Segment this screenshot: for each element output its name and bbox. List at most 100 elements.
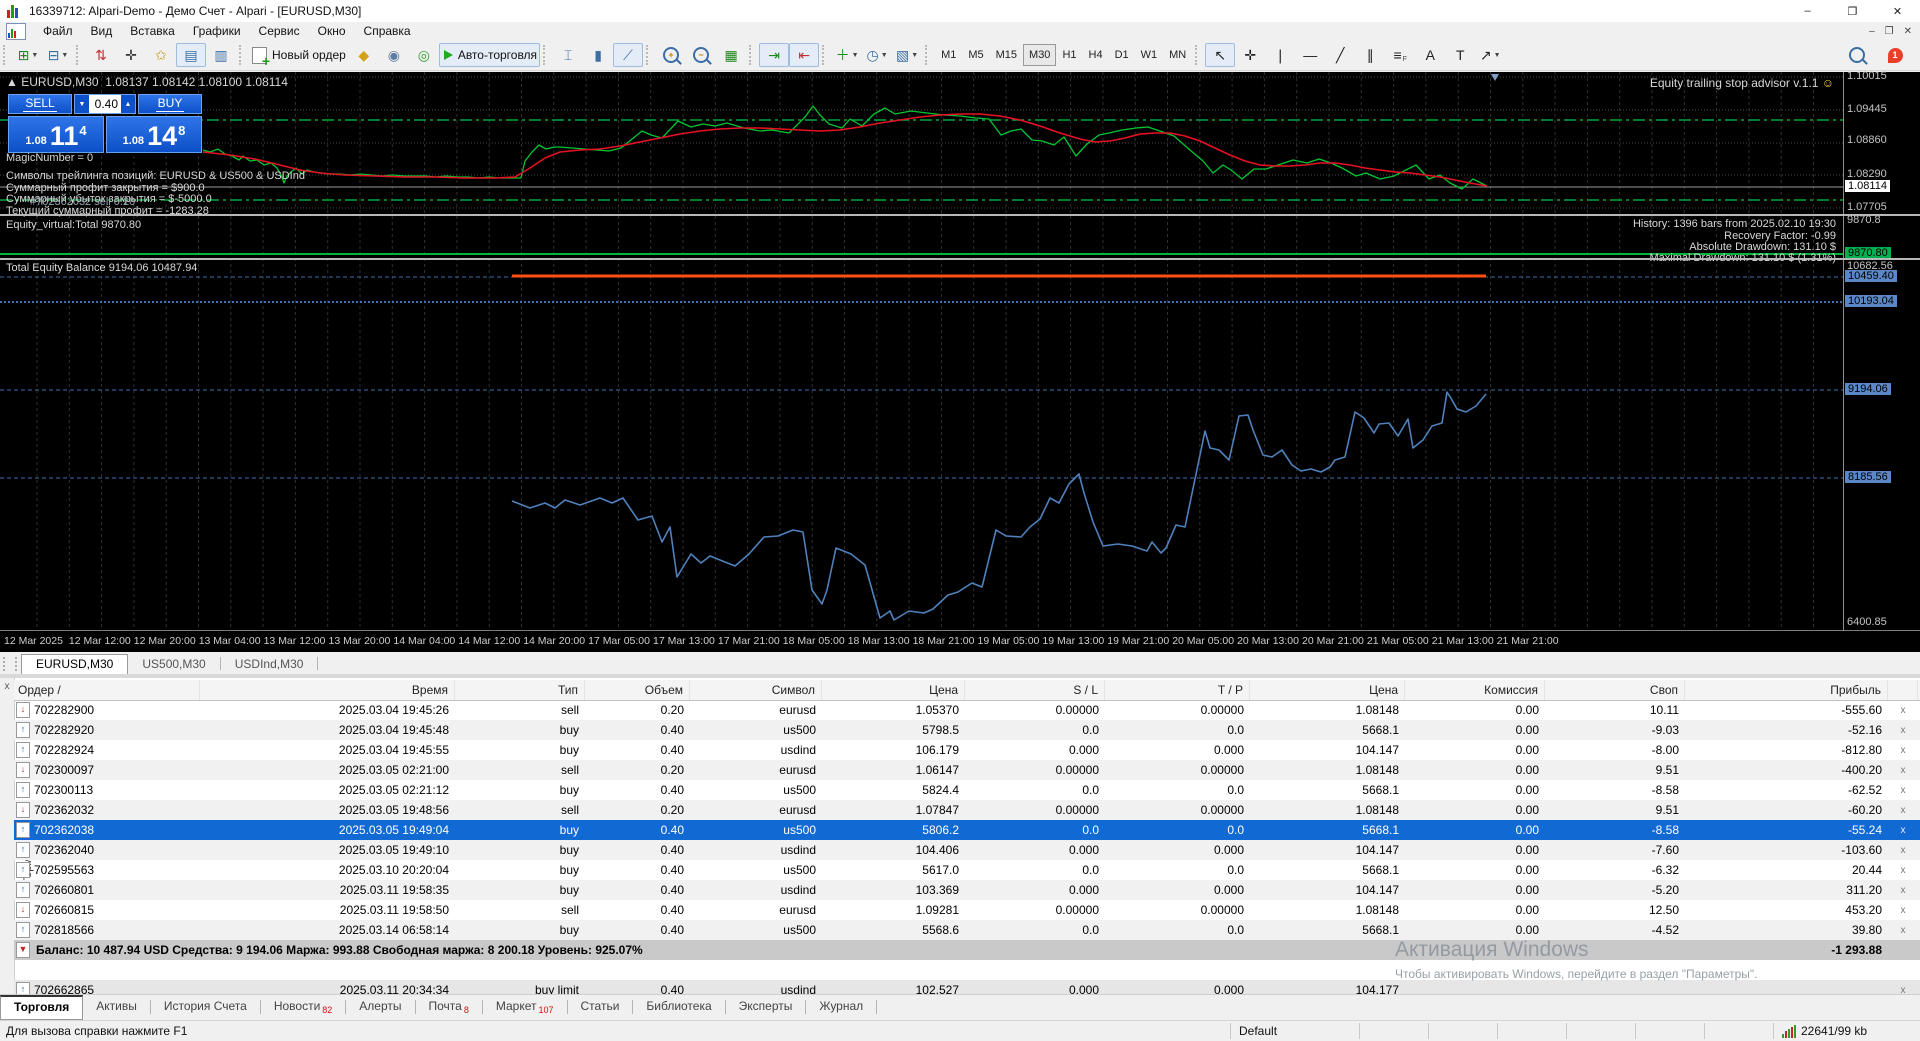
- menu-сервис[interactable]: Сервис: [250, 23, 309, 39]
- close-order-icon[interactable]: x: [1888, 865, 1918, 876]
- indicators-icon[interactable]: ＋ ▼: [832, 43, 862, 67]
- close-order-icon[interactable]: x: [1888, 705, 1918, 716]
- pane-separator[interactable]: [0, 258, 1920, 260]
- chart-shift-icon[interactable]: ⇤: [789, 43, 820, 67]
- new-chart-icon[interactable]: ⊞ ▼: [13, 43, 43, 67]
- sell-price[interactable]: 1.08 11 4: [8, 116, 104, 153]
- terminal-tab-история-счета[interactable]: История Счета: [151, 995, 260, 1018]
- timeframe-m15[interactable]: M15: [990, 44, 1023, 66]
- order-row[interactable]: ↑ 702660801 2025.03.11 19:58:35 buy 0.40 usdi…: [14, 880, 1920, 900]
- terminal-tab-статьи[interactable]: Статьи: [568, 995, 633, 1018]
- order-row[interactable]: ↑ 702362040 2025.03.05 19:49:10 buy 0.40 usdi…: [14, 840, 1920, 860]
- order-row[interactable]: ↑ 702818566 2025.03.14 06:58:14 buy 0.40 us50…: [14, 920, 1920, 940]
- column-header[interactable]: Объем: [585, 680, 690, 700]
- terminal-tab-активы[interactable]: Активы: [83, 995, 150, 1018]
- close-order-icon[interactable]: x: [1888, 825, 1918, 836]
- column-header[interactable]: Своп: [1545, 680, 1685, 700]
- experts-icon[interactable]: ◉: [379, 43, 409, 67]
- menu-вставка[interactable]: Вставка: [121, 23, 184, 39]
- order-row[interactable]: ↑ 702282920 2025.03.04 19:45:48 buy 0.40 us50…: [14, 720, 1920, 740]
- market-watch-icon[interactable]: ⇅: [86, 43, 116, 67]
- order-row[interactable]: ↓ 702300097 2025.03.05 02:21:00 sell 0.20 eur…: [14, 760, 1920, 780]
- vertical-line-icon[interactable]: ❘: [1265, 43, 1295, 67]
- terminal-tab-алерты[interactable]: Алерты: [346, 995, 414, 1018]
- buy-price[interactable]: 1.08 14 8: [106, 116, 202, 153]
- tab-bar-grip[interactable]: [3, 657, 17, 671]
- terminal-tab-новости[interactable]: Новости 82: [261, 995, 345, 1020]
- chart-tab-eurusd-m30[interactable]: EURUSD,M30: [21, 654, 129, 674]
- order-row[interactable]: ↓ 702362032 2025.03.05 19:48:56 sell 0.20 eur…: [14, 800, 1920, 820]
- notifications-icon[interactable]: 1: [1880, 43, 1910, 67]
- child-restore-button[interactable]: ❐: [1885, 26, 1894, 37]
- buy-button[interactable]: BUY: [138, 94, 202, 114]
- close-button[interactable]: ✕: [1875, 0, 1920, 22]
- child-minimize-button[interactable]: –: [1869, 26, 1875, 37]
- chart-tab-us500-m30[interactable]: US500,M30: [128, 655, 219, 674]
- close-order-icon[interactable]: x: [1888, 905, 1918, 916]
- channel-icon[interactable]: ∥: [1355, 43, 1385, 67]
- terminal-tab-маркет[interactable]: Маркет 107: [483, 995, 567, 1020]
- terminal-icon[interactable]: ▤: [176, 43, 206, 67]
- column-header[interactable]: Комиссия: [1405, 680, 1545, 700]
- close-order-icon[interactable]: x: [1888, 765, 1918, 776]
- collapse-arrow-icon[interactable]: ▲: [6, 75, 18, 89]
- menu-вид[interactable]: Вид: [82, 23, 122, 39]
- column-header[interactable]: Цена: [1250, 680, 1405, 700]
- toolbar-grip[interactable]: [76, 45, 83, 65]
- column-header[interactable]: Ордер /: [14, 680, 200, 700]
- text-icon[interactable]: A: [1415, 43, 1445, 67]
- horizontal-line-icon[interactable]: —: [1295, 43, 1325, 67]
- column-header[interactable]: Прибыль: [1685, 680, 1888, 700]
- close-order-icon[interactable]: x: [1888, 745, 1918, 756]
- close-order-icon[interactable]: x: [1888, 805, 1918, 816]
- timeframe-m30[interactable]: M30: [1023, 44, 1057, 66]
- column-header[interactable]: S / L: [965, 680, 1105, 700]
- volume-up-button[interactable]: ▲: [121, 95, 135, 113]
- close-order-icon[interactable]: x: [1888, 925, 1918, 936]
- terminal-tab-библиотека[interactable]: Библиотека: [633, 995, 724, 1018]
- terminal-close-icon[interactable]: x: [0, 681, 14, 692]
- close-order-icon[interactable]: x: [1888, 725, 1918, 736]
- fibonacci-icon[interactable]: ≡ F: [1385, 43, 1415, 67]
- sell-button[interactable]: SELL: [8, 94, 72, 114]
- toolbar-grip[interactable]: [646, 45, 653, 65]
- cursor-icon[interactable]: ↖: [1205, 43, 1236, 67]
- column-header[interactable]: Время: [200, 680, 455, 700]
- time-axis[interactable]: 12 Mar 2025 12 Mar 12:00 12 Mar 20:00 13 Ma…: [0, 630, 1920, 653]
- candlestick-chart-icon[interactable]: ▮: [583, 43, 613, 67]
- timeframe-m1[interactable]: M1: [935, 44, 962, 66]
- tile-windows-icon[interactable]: ▦: [716, 43, 746, 67]
- minimize-button[interactable]: –: [1785, 0, 1830, 22]
- line-chart-icon[interactable]: ⟋: [613, 43, 644, 67]
- profile-indicator[interactable]: Default: [1230, 1023, 1359, 1039]
- terminal-tab-журнал[interactable]: Журнал: [806, 995, 876, 1018]
- menu-окно[interactable]: Окно: [309, 23, 355, 39]
- timeframe-h4[interactable]: H4: [1083, 44, 1109, 66]
- close-order-icon[interactable]: x: [1888, 845, 1918, 856]
- menu-справка[interactable]: Справка: [355, 23, 420, 39]
- column-header[interactable]: T / P: [1105, 680, 1250, 700]
- maximize-button[interactable]: ❐: [1830, 0, 1875, 22]
- toolbar-grip[interactable]: [3, 45, 10, 65]
- toolbar-grip[interactable]: [822, 45, 829, 65]
- trendline-icon[interactable]: ╱: [1325, 43, 1355, 67]
- order-row[interactable]: ↑ 702282924 2025.03.04 19:45:55 buy 0.40 usdi…: [14, 740, 1920, 760]
- order-row[interactable]: ↑ 702595563 2025.03.10 20:20:04 buy 0.40 us50…: [14, 860, 1920, 880]
- toolbar-grip[interactable]: [239, 45, 246, 65]
- order-row[interactable]: ↓ 702282900 2025.03.04 19:45:26 sell 0.20 eur…: [14, 700, 1920, 720]
- navigator-icon[interactable]: ✩: [146, 43, 176, 67]
- metaeditor-icon[interactable]: ◆: [349, 43, 379, 67]
- timeframe-h1[interactable]: H1: [1056, 44, 1082, 66]
- zoom-out-icon[interactable]: −: [686, 43, 716, 67]
- column-header[interactable]: Цена: [822, 680, 965, 700]
- terminal-tab-торговля[interactable]: Торговля: [0, 995, 84, 1020]
- order-row[interactable]: ↓ 702660815 2025.03.11 19:58:50 sell 0.40 eur…: [14, 900, 1920, 920]
- periods-icon[interactable]: ◷ ▼: [862, 43, 892, 67]
- chart-area[interactable]: ▲ EURUSD,M30 1.08137 1.08142 1.08100 1.0…: [0, 70, 1920, 653]
- timeframe-d1[interactable]: D1: [1109, 44, 1135, 66]
- label-icon[interactable]: T: [1445, 43, 1475, 67]
- profiles-icon[interactable]: ⊟ ▼: [43, 43, 73, 67]
- terminal-tab-почта[interactable]: Почта 8: [416, 995, 482, 1020]
- column-header[interactable]: Тип: [455, 680, 585, 700]
- chart-tab-usdind-m30[interactable]: USDInd,M30: [221, 655, 318, 674]
